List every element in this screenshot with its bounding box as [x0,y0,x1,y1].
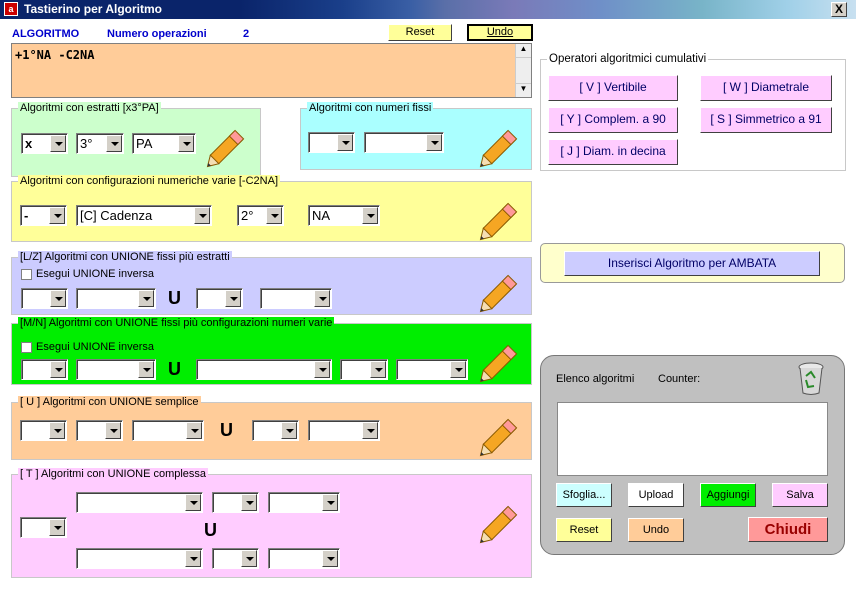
simmetrico-91-button[interactable]: [ S ] Simmetrico a 91 [700,107,832,133]
unione-symbol-2: U [168,359,181,379]
unione-inversa-checkbox-2[interactable] [21,342,32,353]
list-reset-button[interactable]: Reset [556,518,612,542]
pencil-icon[interactable] [476,336,526,386]
unione-symbol-3: U [220,420,233,440]
unione1-select-1[interactable] [21,288,68,309]
diam-decina-button[interactable]: [ J ] Diam. in decina [548,139,678,165]
algoritmo-label: ALGORITMO [12,28,80,40]
complessa-select-bottom-1[interactable] [76,548,203,569]
inserisci-ambata-button[interactable]: Inserisci Algoritmo per AMBATA [564,251,820,276]
unione1-select-2[interactable] [76,288,156,309]
group-configurazioni-legend: Algoritmi con configurazioni numeriche v… [18,175,280,187]
window-title: Tastierino per Algoritmo [24,2,163,16]
group-estratti-legend: Algoritmi con estratti [x3°PA] [18,102,161,114]
unione2-select-4[interactable] [340,359,388,380]
algorithm-list[interactable] [557,402,828,476]
pencil-icon[interactable] [476,121,526,171]
config-type-select[interactable]: [C] Cadenza [76,205,212,226]
unione-symbol: U [168,288,181,308]
config-ruota-select[interactable]: NA [308,205,380,226]
fissi-operator-select[interactable] [308,132,355,153]
estratti-ruota-select[interactable]: PA [132,133,196,154]
reset-button[interactable]: Reset [388,24,452,41]
group-numeri-fissi-legend: Algoritmi con numeri fissi [307,102,434,114]
title-bar: a Tastierino per Algoritmo X [0,0,856,19]
vertibile-button[interactable]: [ V ] Vertibile [548,75,678,101]
unione-inversa-label-2: Esegui UNIONE inversa [36,341,154,353]
undo-button[interactable]: Undo [467,24,533,41]
numero-operazioni-label: Numero operazioni [107,28,207,40]
complessa-select-top-1[interactable] [76,492,203,513]
unione2-select-3[interactable] [196,359,332,380]
group-operatori-legend: Operatori algoritmici cumulativi [547,53,709,65]
app-icon: a [4,2,18,16]
complessa-select-top-3[interactable] [268,492,340,513]
complessa-select-bottom-2[interactable] [212,548,259,569]
elenco-algoritmi-label: Elenco algoritmi [556,373,635,385]
fissi-number-select[interactable] [364,132,444,153]
complessa-select-top-2[interactable] [212,492,259,513]
complem-90-button[interactable]: [ Y ] Complem. a 90 [548,107,678,133]
diametrale-button[interactable]: [ W ] Diametrale [700,75,832,101]
expression-text: +1°NA -C2NA [15,48,95,62]
main-window: a Tastierino per Algoritmo X ALGORITMO N… [0,0,856,593]
semplice-select-1[interactable] [20,420,67,441]
unione2-select-5[interactable] [396,359,468,380]
expression-scrollbar[interactable]: ▲ ▼ [515,44,531,97]
pencil-icon[interactable] [476,266,526,316]
group-unione-fissi-config-legend: [M/N] Algoritmi con UNIONE fissi più con… [18,317,335,329]
close-button[interactable]: X [831,2,847,17]
group-unione-fissi-estratti-legend: [L/Z] Algoritmi con UNIONE fissi più est… [18,251,232,263]
semplice-select-5[interactable] [308,420,380,441]
pencil-icon[interactable] [476,194,526,244]
upload-button[interactable]: Upload [628,483,684,507]
complessa-select-bottom-3[interactable] [268,548,340,569]
complessa-operator-select[interactable] [20,517,67,538]
unione1-select-3[interactable] [196,288,243,309]
pencil-icon[interactable] [203,121,253,171]
config-operator-select[interactable]: - [20,205,67,226]
group-unione-semplice-legend: [ U ] Algoritmi con UNIONE semplice [18,396,201,408]
expression-box[interactable]: +1°NA -C2NA ▲ ▼ [11,43,532,98]
aggiungi-button[interactable]: Aggiungi [700,483,756,507]
counter-label: Counter: [658,373,701,385]
numero-operazioni-value: 2 [243,28,250,40]
recycle-bin-icon[interactable] [794,360,828,396]
salva-button[interactable]: Salva [772,483,828,507]
config-position-select[interactable]: 2° [237,205,284,226]
pencil-icon[interactable] [476,497,526,547]
unione-inversa-label: Esegui UNIONE inversa [36,268,154,280]
unione-symbol-4: U [204,520,217,540]
semplice-select-3[interactable] [132,420,204,441]
semplice-select-2[interactable] [76,420,123,441]
group-unione-complessa-legend: [ T ] Algoritmi con UNIONE complessa [18,468,209,480]
unione1-select-4[interactable] [260,288,332,309]
estratti-operator-select[interactable]: x [21,133,68,154]
chiudi-button[interactable]: Chiudi [748,517,828,542]
unione2-select-1[interactable] [21,359,68,380]
pencil-icon[interactable] [476,410,526,460]
estratti-position-select[interactable]: 3° [76,133,124,154]
unione2-select-2[interactable] [76,359,156,380]
sfoglia-button[interactable]: Sfoglia... [556,483,612,507]
list-undo-button[interactable]: Undo [628,518,684,542]
semplice-select-4[interactable] [252,420,299,441]
unione-inversa-checkbox[interactable] [21,269,32,280]
